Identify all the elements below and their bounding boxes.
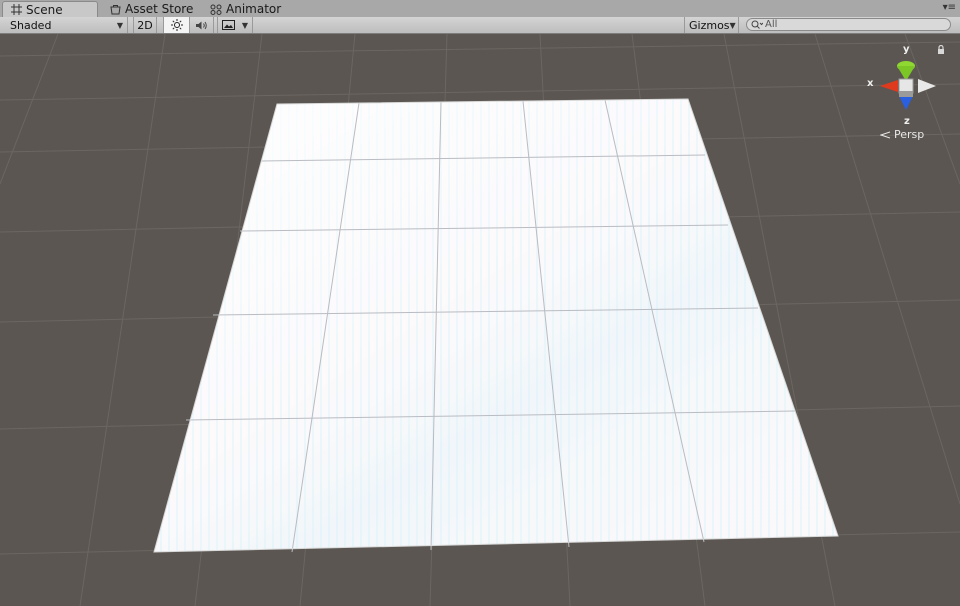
tab-animator[interactable]: Animator <box>202 1 292 17</box>
search-icon <box>751 20 763 29</box>
tab-scene-label: Scene <box>26 2 63 17</box>
scene-effects-dropdown[interactable]: ▼ <box>217 17 253 33</box>
tab-scene[interactable]: Scene <box>2 1 98 17</box>
projection-toggle[interactable]: Persp <box>880 128 924 141</box>
lock-icon[interactable] <box>936 45 946 55</box>
gizmos-label: Gizmos <box>689 18 730 32</box>
tab-asset-store-label: Asset Store <box>125 2 194 16</box>
scene-audio-toggle[interactable] <box>190 17 214 33</box>
chevron-down-icon: ▼ <box>116 20 123 30</box>
chevron-down-icon: ▼ <box>241 20 248 30</box>
window-tab-bar: Scene Asset Store Animator ▾≡ <box>0 0 960 18</box>
store-icon <box>110 4 121 14</box>
z-axis-label: z <box>904 116 910 127</box>
tab-asset-store[interactable]: Asset Store <box>102 1 202 17</box>
search-input[interactable] <box>765 19 945 30</box>
z-axis-cone <box>899 96 913 110</box>
animator-icon <box>210 4 222 15</box>
shading-mode-dropdown[interactable]: Shaded ▼ <box>6 17 128 33</box>
chevron-down-icon: ▼ <box>729 20 736 30</box>
toggle-2d-label: 2D <box>137 18 153 32</box>
x-axis-label: x <box>867 78 874 89</box>
projection-label: Persp <box>894 128 925 141</box>
scene-render <box>0 34 960 606</box>
sun-icon <box>170 19 183 31</box>
scene-search-field[interactable] <box>746 18 951 31</box>
grid-icon <box>11 4 22 15</box>
gizmo-center-cube <box>898 78 914 94</box>
perspective-icon <box>880 131 891 138</box>
shading-mode-value: Shaded <box>10 18 52 32</box>
x-axis-cone <box>880 80 898 92</box>
scene-toolbar: Shaded ▼ 2D ▼ Gizmos ▼ <box>0 17 960 34</box>
panel-menu-icon[interactable]: ▾≡ <box>943 2 956 13</box>
toggle-2d-button[interactable]: 2D <box>133 17 157 33</box>
neg-x-axis-cone <box>918 79 936 93</box>
gizmos-dropdown[interactable]: Gizmos ▼ <box>684 17 739 33</box>
scene-viewport[interactable]: y x z Persp <box>0 34 960 606</box>
y-axis-label: y <box>903 44 910 55</box>
speaker-icon <box>195 21 207 29</box>
image-icon <box>222 20 235 30</box>
tab-animator-label: Animator <box>226 2 282 16</box>
scene-lighting-toggle[interactable] <box>163 17 190 33</box>
